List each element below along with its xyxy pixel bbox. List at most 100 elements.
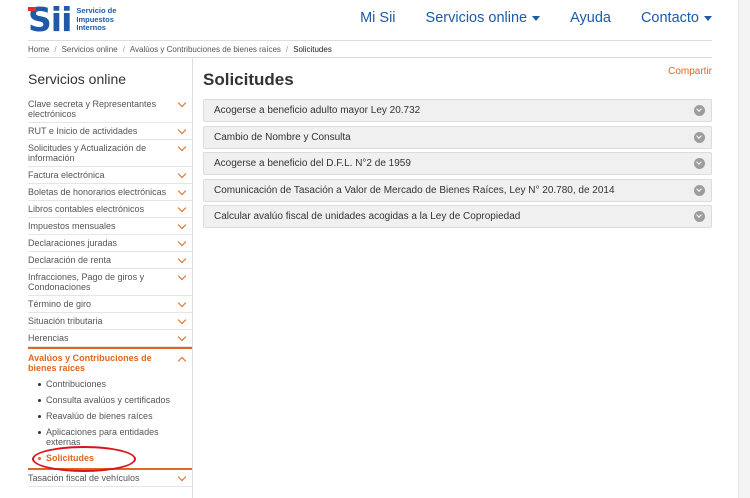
sidebar-item-label: Factura electrónica: [28, 170, 105, 180]
site-header: Sii Servicio de Impuestos Internos Mi Si…: [0, 0, 750, 40]
sidebar-item-label: Clave secreta y Representantes electróni…: [28, 99, 157, 119]
chevron-up-icon: [177, 356, 187, 366]
chevron-down-icon: [177, 186, 187, 196]
breadcrumb-separator: /: [285, 44, 289, 54]
accordion-item-label: Acogerse a beneficio del D.F.L. N°2 de 1…: [214, 158, 411, 169]
nav-servicios-online[interactable]: Servicios online: [426, 10, 541, 26]
accordion-item[interactable]: Acogerse a beneficio adulto mayor Ley 20…: [203, 99, 712, 122]
chevron-down-icon: [177, 298, 187, 308]
sidebar-item-factura[interactable]: Factura electrónica: [28, 167, 192, 184]
breadcrumb-separator: /: [122, 44, 125, 54]
sidebar-item-herencias[interactable]: Herencias: [28, 330, 192, 347]
chevron-down-icon: [177, 220, 187, 230]
nav-label: Contacto: [640, 10, 699, 26]
sidebar-item-impuestos[interactable]: Impuestos mensuales: [28, 218, 192, 235]
breadcrumb-servicios[interactable]: Servicios online: [62, 45, 118, 54]
sidebar-subitem-label: Solicitudes: [46, 453, 95, 463]
sii-logo[interactable]: Sii Servicio de Impuestos Internos: [28, 3, 116, 36]
logo-accent: [28, 7, 36, 11]
sidebar-item-tasacion-vehiculos[interactable]: Tasación fiscal de vehículos: [28, 470, 192, 487]
chevron-down-icon: [177, 125, 187, 135]
sidebar-item-declaraciones[interactable]: Declaraciones juradas: [28, 235, 192, 252]
sidebar-subitem-label: Reavalúo de bienes raíces: [46, 411, 153, 421]
sidebar-item-label: Declaración de renta: [28, 255, 112, 265]
sidebar-item-label: Impuestos mensuales: [28, 221, 116, 231]
accordion-item[interactable]: Acogerse a beneficio del D.F.L. N°2 de 1…: [203, 152, 712, 175]
chevron-circle-icon: [694, 131, 705, 143]
top-navigation: Mi Sii Servicios online Ayuda Contacto: [360, 10, 712, 26]
accordion-item-label: Cambio de Nombre y Consulta: [214, 131, 351, 143]
main-content: Solicitudes Compartir Acogerse a benefic…: [203, 58, 712, 232]
sidebar-subitem-solicitudes[interactable]: Solicitudes: [32, 446, 192, 472]
chevron-circle-icon: [694, 105, 705, 116]
nav-label: Servicios online: [425, 10, 528, 26]
sidebar-item-libros[interactable]: Libros contables electrónicos: [28, 201, 192, 218]
share-link[interactable]: Compartir: [668, 66, 712, 77]
accordion-item[interactable]: Calcular avalúo fiscal de unidades acogi…: [203, 205, 712, 228]
sidebar-item-clave-secreta[interactable]: Clave secreta y Representantes electróni…: [28, 96, 192, 123]
sidebar-item-termino[interactable]: Término de giro: [28, 296, 192, 313]
chevron-down-icon: [177, 472, 187, 482]
sidebar-subitem-label: Consulta avalúos y certificados: [46, 395, 171, 405]
sidebar-item-label: Boletas de honorarios electrónicas: [28, 187, 167, 197]
nav-label: Mi Sii: [360, 10, 396, 26]
breadcrumb-current: Solicitudes: [293, 44, 332, 54]
sidebar: Servicios online Clave secreta y Represe…: [28, 58, 193, 498]
logo-line-3: Internos: [76, 23, 106, 33]
caret-down-icon: [704, 15, 712, 21]
breadcrumb-avaluos[interactable]: Avalúos y Contribuciones de bienes raíce…: [130, 45, 281, 54]
sidebar-item-avaluos[interactable]: Avalúos y Contribuciones de bienes raíce…: [28, 347, 192, 376]
logo-text: Servicio de Impuestos Internos: [76, 7, 116, 33]
breadcrumb-home[interactable]: Home: [28, 45, 49, 54]
breadcrumb: Home / Servicios online / Avalúos y Contri…: [28, 40, 712, 58]
sidebar-item-infracciones[interactable]: Infracciones, Pago de giros y Condonacio…: [28, 269, 192, 296]
sidebar-item-label: Situación tributaria: [28, 316, 103, 326]
sidebar-item-solicitudes-actualizacion[interactable]: Solicitudes y Actualización de informaci…: [28, 140, 192, 167]
accordion-item-label: Comunicación de Tasación a Valor de Merc…: [214, 184, 615, 196]
window-scrollbar[interactable]: [738, 0, 750, 498]
sidebar-sub-list: Contribuciones Consulta avalúos y certif…: [28, 376, 192, 472]
sidebar-item-label: Tasación fiscal de vehículos: [28, 473, 140, 483]
sidebar-subitem-consulta-avaluos[interactable]: Consulta avalúos y certificados: [38, 392, 192, 408]
sidebar-item-renta[interactable]: Declaración de renta: [28, 252, 192, 269]
sidebar-item-label: Solicitudes y Actualización de informaci…: [28, 143, 147, 163]
chevron-down-icon: [177, 142, 187, 152]
sidebar-subitem-contribuciones[interactable]: Contribuciones: [38, 376, 192, 392]
chevron-circle-icon: [694, 211, 705, 222]
chevron-circle-icon: [694, 184, 705, 196]
chevron-down-icon: [177, 203, 187, 213]
sidebar-title: Servicios online: [28, 71, 127, 87]
sidebar-subitem-aplicaciones[interactable]: Aplicaciones para entidades externas: [38, 424, 192, 450]
sidebar-item-label: Infracciones, Pago de giros y Condonacio…: [28, 272, 145, 292]
chevron-down-icon: [177, 271, 187, 281]
chevron-down-icon: [177, 169, 187, 179]
chevron-down-icon: [177, 332, 187, 342]
sidebar-item-boletas[interactable]: Boletas de honorarios electrónicas: [28, 184, 192, 201]
sidebar-item-label: Declaraciones juradas: [28, 238, 118, 248]
accordion-item[interactable]: Cambio de Nombre y Consulta: [203, 125, 712, 149]
sidebar-item-label: Libros contables electrónicos: [28, 204, 145, 214]
sidebar-subitem-reavaluo[interactable]: Reavalúo de bienes raíces: [38, 408, 192, 424]
accordion-item-label: Calcular avalúo fiscal de unidades acogi…: [214, 211, 521, 222]
nav-contacto[interactable]: Contacto: [641, 10, 712, 26]
sidebar-item-situacion[interactable]: Situación tributaria: [28, 313, 192, 330]
page-title: Solicitudes: [203, 70, 294, 89]
sidebar-subitem-label: Contribuciones: [46, 379, 107, 389]
sidebar-item-label: Avalúos y Contribuciones de bienes raíce…: [28, 353, 152, 373]
chevron-down-icon: [177, 98, 187, 108]
nav-ayuda[interactable]: Ayuda: [570, 10, 611, 26]
chevron-down-icon: [177, 315, 187, 325]
sidebar-subitem-label: Aplicaciones para entidades externas: [46, 427, 159, 447]
chevron-circle-icon: [694, 158, 705, 169]
breadcrumb-separator: /: [54, 44, 57, 54]
accordion-item-label: Acogerse a beneficio adulto mayor Ley 20…: [214, 105, 421, 116]
sidebar-item-rut[interactable]: RUT e Inicio de actividades: [28, 123, 192, 140]
nav-mi-sii[interactable]: Mi Sii: [360, 10, 395, 26]
nav-label: Ayuda: [570, 10, 611, 26]
sidebar-item-label: Término de giro: [28, 299, 92, 309]
chevron-down-icon: [177, 254, 187, 264]
sidebar-item-label: RUT e Inicio de actividades: [28, 126, 138, 136]
accordion-item[interactable]: Comunicación de Tasación a Valor de Merc…: [203, 178, 712, 202]
caret-down-icon: [532, 15, 541, 21]
accordion: Acogerse a beneficio adulto mayor Ley 20…: [203, 99, 712, 228]
